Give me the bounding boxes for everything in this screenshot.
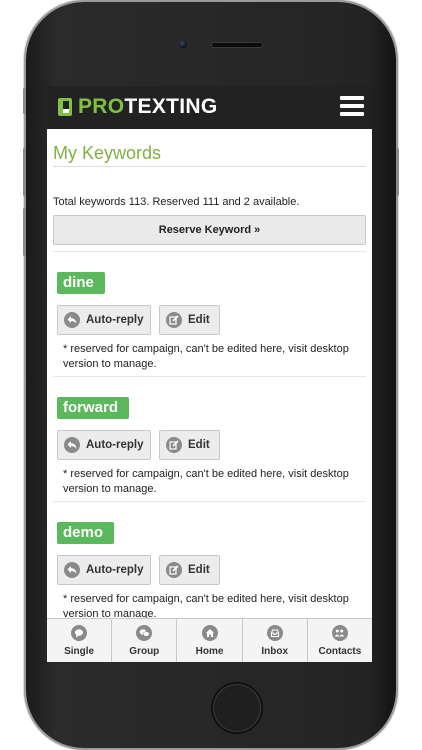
app-screen: PROTEXTING My Keywords Total keywords 11… <box>47 86 372 662</box>
brand-pro: PRO <box>78 95 125 118</box>
auto-reply-label: Auto-reply <box>86 439 144 451</box>
tab-inbox[interactable]: Inbox <box>243 619 308 662</box>
keyword-note: * reserved for campaign, can't be edited… <box>63 343 349 370</box>
edit-label: Edit <box>188 439 210 451</box>
keyword-tag: forward <box>57 397 130 419</box>
brand-name: PROTEXTING <box>78 95 218 119</box>
edit-label: Edit <box>188 314 210 326</box>
page-title: My Keywords <box>53 143 162 163</box>
inbox-icon <box>266 625 283 641</box>
keyword-totals: Total keywords 113. Reserved 111 and 2 a… <box>53 196 300 208</box>
edit-pencil-icon <box>166 562 182 578</box>
earpiece-speaker <box>211 42 263 48</box>
home-hardware-button[interactable] <box>211 682 263 734</box>
tab-label: Home <box>195 646 224 657</box>
tab-contacts[interactable]: Contacts <box>308 619 372 662</box>
menu-icon[interactable] <box>340 96 364 116</box>
auto-reply-button[interactable]: Auto-reply <box>57 430 151 460</box>
tab-home[interactable]: Home <box>177 619 243 662</box>
logo-mark-icon <box>58 98 72 116</box>
mute-switch <box>23 88 26 114</box>
tab-label: Group <box>129 646 160 657</box>
keyword-tag: demo <box>57 522 115 544</box>
auto-reply-button[interactable]: Auto-reply <box>57 305 151 335</box>
list-divider <box>53 251 366 252</box>
title-divider <box>53 166 366 167</box>
edit-label: Edit <box>188 564 210 576</box>
list-divider <box>53 376 366 377</box>
keyword-note: * reserved for campaign, can't be edited… <box>63 593 349 618</box>
main-content: My Keywords Total keywords 113. Reserved… <box>47 129 372 618</box>
keyword-note: * reserved for campaign, can't be edited… <box>63 468 349 495</box>
brand-texting: TEXTING <box>124 95 218 118</box>
reserve-keyword-button[interactable]: Reserve Keyword » <box>53 215 366 245</box>
reply-arrow-icon <box>64 437 80 453</box>
volume-down-button <box>23 208 26 256</box>
tab-group[interactable]: Group <box>112 619 178 662</box>
front-camera <box>179 40 187 48</box>
group-chat-icon <box>136 625 153 641</box>
auto-reply-button[interactable]: Auto-reply <box>57 555 151 585</box>
chat-bubble-icon <box>71 625 88 641</box>
edit-button[interactable]: Edit <box>159 430 220 460</box>
app-header: PROTEXTING <box>47 86 372 129</box>
bottom-tab-bar: Single Group Home Inbox Contacts <box>47 618 372 662</box>
edit-pencil-icon <box>166 312 182 328</box>
tab-label: Contacts <box>318 646 362 657</box>
power-button <box>396 148 399 196</box>
reply-arrow-icon <box>64 312 80 328</box>
tab-single[interactable]: Single <box>47 619 113 662</box>
volume-up-button <box>23 148 26 196</box>
edit-pencil-icon <box>166 437 182 453</box>
edit-button[interactable]: Edit <box>159 555 220 585</box>
edit-button[interactable]: Edit <box>159 305 220 335</box>
tab-label: Inbox <box>261 646 289 657</box>
reply-arrow-icon <box>64 562 80 578</box>
home-icon <box>201 625 218 641</box>
keyword-tag: dine <box>57 272 105 294</box>
auto-reply-label: Auto-reply <box>86 314 144 326</box>
list-divider <box>53 501 366 502</box>
brand-logo[interactable]: PROTEXTING <box>58 95 218 119</box>
contacts-icon <box>331 625 348 641</box>
tab-label: Single <box>64 646 95 657</box>
auto-reply-label: Auto-reply <box>86 564 144 576</box>
